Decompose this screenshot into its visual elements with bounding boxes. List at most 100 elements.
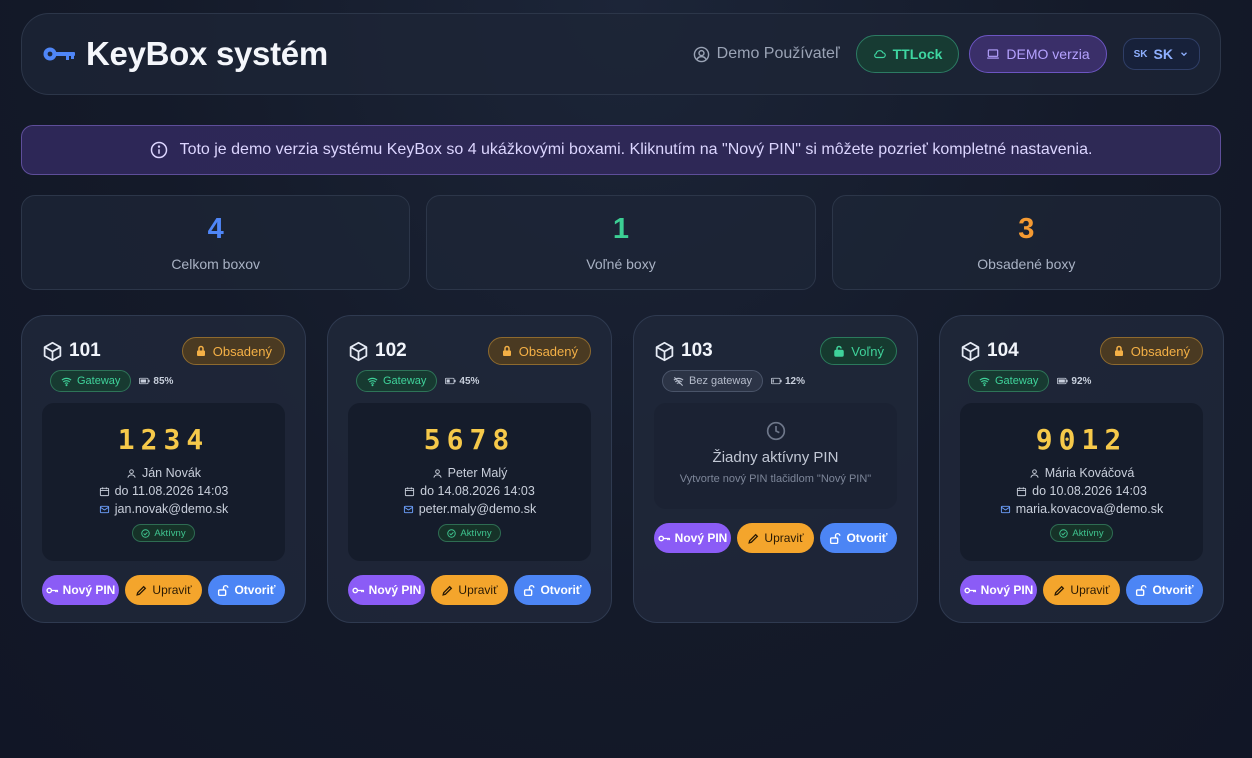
cube-icon: [349, 341, 368, 361]
lock-icon: [196, 345, 205, 356]
valid-until: do 11.08.2026 14:03: [99, 482, 228, 500]
language-select[interactable]: SK SK: [1122, 38, 1200, 70]
info-icon: [150, 141, 167, 159]
edit-button[interactable]: Upraviť: [737, 523, 814, 553]
edit-button[interactable]: Upraviť: [1043, 575, 1120, 605]
box-grid: 101 Obsadený Gateway 85% 1234 Ján Novák: [21, 315, 1224, 623]
new-pin-button[interactable]: Nový PIN: [960, 575, 1037, 605]
battery-level: 45%: [445, 376, 479, 387]
app-title: KeyBox systém: [86, 35, 328, 72]
new-pin-button[interactable]: Nový PIN: [654, 523, 731, 553]
guest-name: Peter Malý: [432, 464, 507, 482]
stat-free: 1 Voľné boxy: [426, 195, 816, 290]
cube-icon: [655, 341, 674, 361]
mail-icon: [1000, 505, 1010, 513]
cloud-icon: [873, 50, 886, 59]
calendar-icon: [99, 486, 109, 496]
key-icon: [46, 587, 58, 593]
wifi-icon: [61, 377, 72, 386]
key-icon: [964, 587, 976, 593]
stat-total: 4 Celkom boxov: [21, 195, 411, 290]
info-banner: Toto je demo verzia systému KeyBox so 4 …: [21, 125, 1221, 175]
pin-code: 9012: [1035, 423, 1128, 456]
cube-icon: [961, 341, 980, 361]
guest-name: Mária Kováčová: [1029, 464, 1134, 482]
check-circle-icon: [1059, 528, 1069, 538]
key-icon: [352, 587, 364, 593]
key-icon: [658, 535, 670, 541]
pin-panel: 1234 Ján Novák do 11.08.2026 14:03 jan.n…: [42, 403, 285, 561]
empty-title: Žiadny aktívny PIN: [712, 449, 839, 466]
pin-code: 5678: [423, 423, 516, 456]
box-card-104: 104 Obsadený Gateway 92% 9012 Mária Ková…: [939, 315, 1224, 623]
user-circle-icon: [693, 46, 709, 62]
stat-value: 4: [207, 213, 224, 245]
chevron-down-icon: [1181, 52, 1187, 57]
active-badge: Aktívny: [1050, 524, 1113, 542]
user-icon: [1030, 468, 1039, 478]
box-card-103: 103 Voľný Bez gateway 12% Žiadny aktívny…: [633, 315, 918, 623]
unlock-icon: [218, 584, 229, 596]
edit-button[interactable]: Upraviť: [431, 575, 508, 605]
stat-label: Voľné boxy: [586, 256, 656, 272]
key-icon: [43, 47, 75, 61]
new-pin-button[interactable]: Nový PIN: [348, 575, 425, 605]
guest-email: peter.maly@demo.sk: [403, 500, 536, 518]
status-badge: Obsadený: [1099, 337, 1203, 365]
mail-icon: [99, 505, 109, 513]
info-text: Toto je demo verzia systému KeyBox so 4 …: [179, 141, 1093, 158]
wifi-icon: [979, 377, 990, 386]
calendar-icon: [1017, 486, 1027, 496]
box-title: 102: [348, 340, 407, 362]
user-menu[interactable]: Demo Používateľ: [693, 45, 840, 63]
battery-level: 92%: [1057, 376, 1091, 387]
gateway-badge: Gateway: [356, 370, 438, 392]
open-button[interactable]: Otvoriť: [1126, 575, 1203, 605]
unlock-icon: [830, 532, 841, 544]
guest-email: maria.kovacova@demo.sk: [1000, 500, 1163, 518]
pencil-icon: [136, 585, 147, 596]
gateway-badge: Gateway: [968, 370, 1050, 392]
open-button[interactable]: Otvoriť: [208, 575, 285, 605]
empty-pin-panel: Žiadny aktívny PIN Vytvorte nový PIN tla…: [654, 403, 897, 509]
status-badge: Voľný: [820, 337, 897, 365]
battery-icon: [139, 377, 151, 385]
guest-name: Ján Novák: [126, 464, 201, 482]
stat-value: 1: [612, 213, 630, 245]
calendar-icon: [405, 486, 415, 496]
box-card-101: 101 Obsadený Gateway 85% 1234 Ján Novák: [21, 315, 306, 623]
active-badge: Aktívny: [132, 524, 195, 542]
lock-icon: [502, 345, 511, 356]
pencil-icon: [442, 585, 453, 596]
edit-button[interactable]: Upraviť: [125, 575, 202, 605]
open-button[interactable]: Otvoriť: [820, 523, 897, 553]
demo-button[interactable]: DEMO verzia: [969, 35, 1107, 73]
user-name: Demo Používateľ: [716, 45, 840, 62]
cube-icon: [43, 341, 62, 361]
pin-panel: 5678 Peter Malý do 14.08.2026 14:03 pete…: [348, 403, 591, 561]
active-badge: Aktívny: [438, 524, 501, 542]
pin-code: 1234: [117, 423, 210, 456]
box-title: 104: [960, 340, 1019, 362]
box-title: 103: [654, 340, 713, 362]
battery-level: 12%: [770, 376, 805, 387]
gateway-badge: Gateway: [50, 370, 132, 392]
battery-icon: [445, 377, 457, 385]
wifi-off-icon: [673, 376, 684, 386]
battery-level: 85%: [139, 376, 173, 387]
mail-icon: [403, 505, 413, 513]
clock-icon: [766, 421, 785, 441]
gateway-badge: Bez gateway: [662, 370, 763, 392]
check-circle-icon: [447, 528, 457, 538]
status-badge: Obsadený: [181, 337, 285, 365]
valid-until: do 14.08.2026 14:03: [404, 482, 535, 500]
ttlock-button[interactable]: TTLock: [855, 35, 960, 73]
guest-email: jan.novak@demo.sk: [99, 500, 228, 518]
box-title: 101: [42, 340, 101, 362]
new-pin-button[interactable]: Nový PIN: [42, 575, 119, 605]
check-circle-icon: [141, 528, 151, 538]
brand: KeyBox systém: [42, 35, 328, 73]
lock-icon: [1114, 345, 1123, 356]
open-button[interactable]: Otvoriť: [514, 575, 591, 605]
pencil-icon: [1054, 585, 1065, 596]
